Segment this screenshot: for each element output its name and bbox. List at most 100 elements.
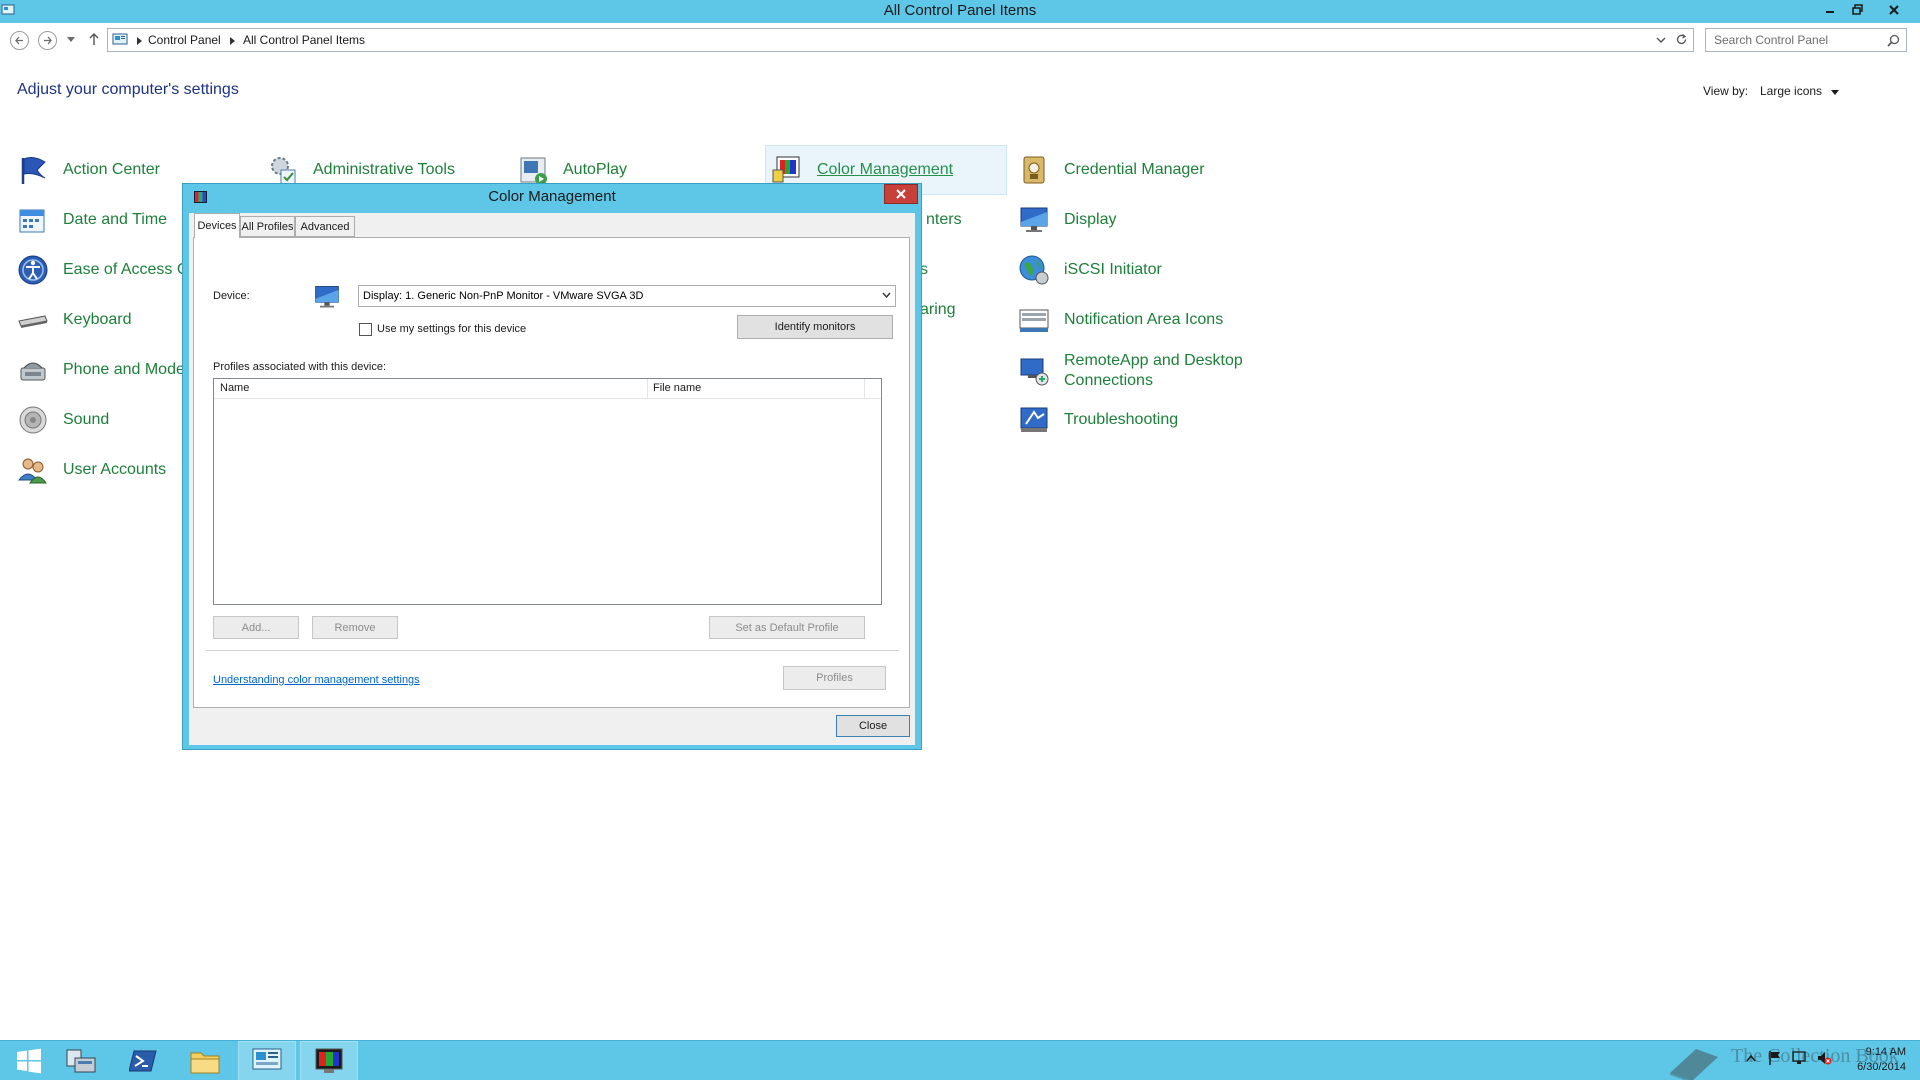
item-label: Keyboard — [63, 311, 132, 328]
back-button[interactable] — [10, 31, 29, 50]
close-window-button[interactable] — [1881, 0, 1907, 20]
breadcrumb-control-panel[interactable]: Control Panel — [148, 33, 221, 47]
item-label: Date and Time — [63, 211, 168, 228]
tab-advanced[interactable]: Advanced — [295, 216, 355, 237]
item-date-and-time[interactable]: Date and Time — [17, 202, 167, 238]
flag-icon[interactable] — [1768, 1050, 1782, 1066]
volume-muted-icon[interactable] — [1816, 1050, 1832, 1066]
server-manager-icon — [66, 1049, 96, 1073]
search-placeholder: Search Control Panel — [1714, 33, 1829, 47]
item-iscsi-initiator[interactable]: iSCSI Initiator — [1018, 252, 1162, 288]
address-bar[interactable]: Control Panel All Control Panel Items — [107, 28, 1694, 52]
taskbar-powershell[interactable] — [114, 1041, 172, 1080]
item-label: aring — [920, 301, 956, 318]
identify-monitors-button[interactable]: Identify monitors — [737, 315, 893, 339]
item-remoteapp[interactable]: RemoteApp and Desktop Connections — [1018, 350, 1243, 392]
item-label: Action Center — [63, 161, 160, 178]
windows-logo-icon — [17, 1048, 41, 1074]
list-header: Name File name — [214, 379, 881, 399]
forward-button[interactable] — [38, 31, 57, 50]
item-partial-1[interactable]: nters — [926, 202, 962, 238]
item-label: iSCSI Initiator — [1064, 261, 1162, 278]
back-arrow-icon — [15, 36, 23, 45]
action-center-flag-icon — [21, 157, 46, 184]
credential-manager-icon — [1023, 156, 1045, 184]
taskbar-color-management[interactable] — [300, 1041, 358, 1080]
profiles-list[interactable]: Name File name — [213, 378, 882, 605]
add-button[interactable]: Add... — [213, 616, 299, 639]
powershell-icon — [129, 1050, 157, 1072]
restore-icon — [1852, 4, 1863, 15]
item-phone-and-modem[interactable]: Phone and Mode — [17, 352, 185, 388]
search-input[interactable]: Search Control Panel — [1705, 28, 1907, 52]
tray-overflow-icon[interactable] — [1746, 1054, 1756, 1062]
taskbar: The Collection Book 9:14 AM 6/30/2014 — [0, 1040, 1920, 1080]
restore-button[interactable] — [1845, 0, 1871, 20]
remove-button[interactable]: Remove — [312, 616, 398, 639]
dialog-close-button[interactable] — [884, 184, 918, 204]
item-user-accounts[interactable]: User Accounts — [17, 452, 166, 488]
phone-modem-icon — [20, 362, 46, 381]
breadcrumb-separator-icon — [137, 37, 142, 45]
item-partial-3[interactable]: aring — [920, 292, 956, 328]
set-as-default-profile-button[interactable]: Set as Default Profile — [709, 616, 865, 639]
users-icon — [17, 458, 47, 484]
color-management-icon — [772, 156, 800, 183]
start-button[interactable] — [0, 1041, 58, 1080]
network-icon[interactable] — [1792, 1050, 1810, 1066]
devices-tab-panel: Device: Display: 1. Generic Non-PnP Moni… — [193, 237, 910, 708]
item-action-center[interactable]: Action Center — [17, 152, 160, 188]
item-label: Administrative Tools — [313, 161, 455, 178]
autoplay-icon — [520, 157, 547, 185]
control-panel-small-icon — [112, 33, 128, 45]
item-label: Troubleshooting — [1064, 411, 1179, 428]
address-dropdown-icon[interactable] — [1656, 37, 1666, 44]
device-select[interactable]: Display: 1. Generic Non-PnP Monitor - VM… — [358, 285, 896, 307]
item-label: nters — [926, 211, 962, 228]
color-management-dialog: Color Management Devices All Profiles Ad… — [182, 183, 922, 750]
admin-tools-icon — [271, 157, 296, 185]
up-arrow-icon[interactable] — [88, 32, 100, 46]
close-icon — [896, 189, 906, 199]
item-keyboard[interactable]: Keyboard — [17, 302, 132, 338]
tab-devices[interactable]: Devices — [194, 213, 240, 238]
profiles-button[interactable]: Profiles — [783, 666, 886, 690]
understanding-settings-link[interactable]: Understanding color management settings — [213, 674, 420, 686]
item-label: Phone and Mode — [63, 361, 185, 378]
item-label: User Accounts — [63, 461, 167, 478]
column-file-name[interactable]: File name — [653, 382, 701, 394]
item-label: Notification Area Icons — [1064, 311, 1224, 328]
dialog-title: Color Management — [488, 188, 616, 205]
globe-icon — [1019, 255, 1049, 285]
device-value: Display: 1. Generic Non-PnP Monitor - VM… — [363, 290, 644, 302]
item-label: Credential Manager — [1064, 161, 1205, 178]
tab-all-profiles[interactable]: All Profiles — [240, 216, 295, 237]
close-button[interactable]: Close — [836, 715, 910, 737]
use-my-settings-checkbox[interactable] — [359, 323, 372, 336]
minimize-button[interactable] — [1817, 0, 1843, 20]
device-label: Device: — [213, 290, 250, 302]
item-troubleshooting[interactable]: Troubleshooting — [1018, 402, 1178, 438]
taskbar-file-explorer[interactable] — [176, 1041, 234, 1080]
remote-desktop-icon — [1020, 358, 1049, 386]
refresh-icon[interactable] — [1675, 33, 1688, 46]
item-credential-manager[interactable]: Credential Manager — [1018, 152, 1205, 188]
folder-icon — [190, 1052, 220, 1074]
search-icon[interactable] — [1887, 34, 1900, 47]
item-sound[interactable]: Sound — [17, 402, 109, 438]
breadcrumb-all-items[interactable]: All Control Panel Items — [243, 33, 365, 47]
taskbar-control-panel[interactable] — [238, 1041, 296, 1080]
forward-arrow-icon — [44, 36, 52, 45]
breadcrumb-separator-icon — [230, 37, 235, 45]
item-display[interactable]: Display — [1018, 202, 1116, 238]
taskbar-server-manager[interactable] — [52, 1041, 110, 1080]
dialog-body: Devices All Profiles Advanced Device: Di… — [189, 213, 915, 745]
page-title: Adjust your computer's settings — [17, 81, 239, 98]
column-name[interactable]: Name — [220, 382, 249, 394]
item-ease-of-access[interactable]: Ease of Access Ce — [17, 252, 197, 288]
recent-locations-chevron-icon[interactable] — [67, 37, 75, 43]
tray-clock[interactable]: 9:14 AM 6/30/2014 — [1842, 1045, 1906, 1075]
view-by-dropdown[interactable]: Large icons — [1760, 84, 1840, 98]
divider — [206, 650, 899, 651]
item-notification-area-icons[interactable]: Notification Area Icons — [1018, 302, 1223, 338]
